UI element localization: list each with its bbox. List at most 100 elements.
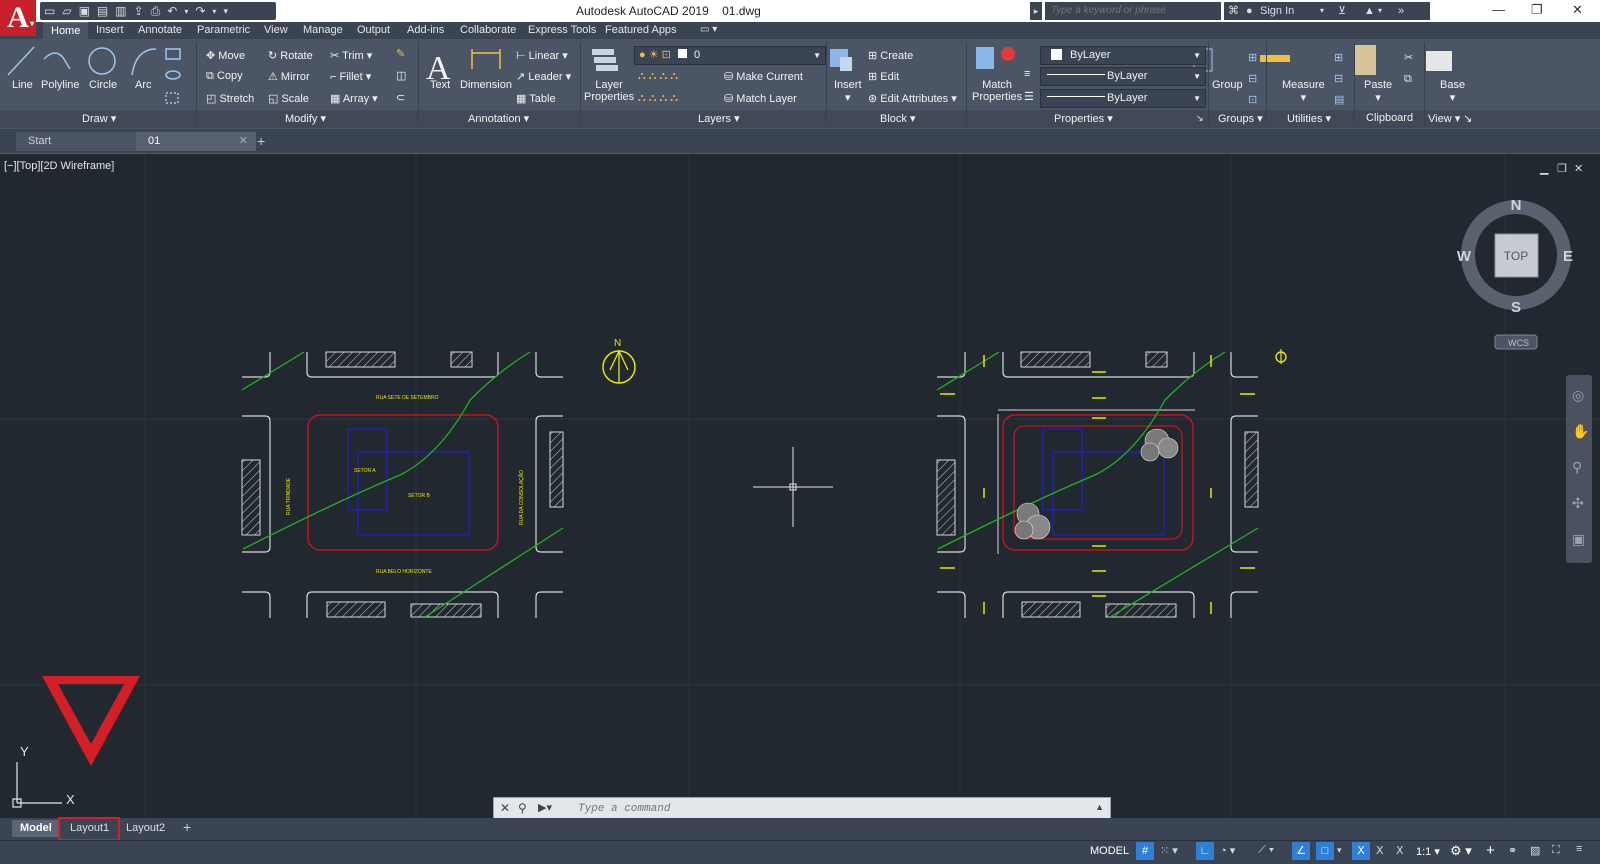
restore-icon[interactable]: ❐ (1531, 2, 1543, 18)
trim-button[interactable]: ✂ Trim ▾ (330, 49, 372, 62)
tab-express-tools[interactable]: Express Tools (528, 24, 596, 36)
close-icon[interactable]: ✕ (1572, 2, 1583, 18)
application-menu-button[interactable]: A ▾ (0, 0, 36, 36)
tab-insert[interactable]: Insert (96, 24, 124, 36)
scale-button[interactable]: ◱ Scale (268, 92, 309, 105)
save-as-icon[interactable]: ▤ (97, 4, 108, 18)
group-tools-icons[interactable]: ⊞ ⊟ ⊡ (1248, 48, 1257, 111)
grid-toggle-icon[interactable]: # (1136, 842, 1154, 860)
add-icon[interactable]: + (1486, 842, 1495, 859)
command-history-icon[interactable]: ▲ (1095, 802, 1104, 812)
object-snap-dropdown-icon[interactable]: ▾ (1337, 845, 1342, 856)
exchange-icon[interactable]: ▲ (1364, 2, 1375, 20)
model-space-button[interactable]: MODEL (1090, 845, 1129, 857)
polar-toggle-icon[interactable]: ◔ ▾ (1220, 844, 1235, 857)
autoscale-icon[interactable]: Ⅹ (1376, 844, 1384, 857)
copy-button[interactable]: ⧉ Copy (206, 70, 243, 83)
block-panel-label[interactable]: Block ▾ (880, 112, 915, 125)
minimize-icon[interactable]: — (1492, 2, 1505, 17)
clipboard-tools-icons[interactable]: ✂ ⧉ (1404, 48, 1413, 90)
command-prompt-icon[interactable]: ▶▾ (538, 801, 552, 814)
annotation-scale-value[interactable]: 1:1 ▾ (1416, 845, 1440, 858)
properties-panel-label[interactable]: Properties ▾ (1054, 112, 1113, 125)
leader-button[interactable]: ↗ Leader ▾ (516, 70, 571, 83)
snap-toggle-icon[interactable]: ⁙ ▾ (1160, 844, 1178, 857)
open-icon[interactable]: ▱ (62, 4, 71, 18)
dimension-button[interactable]: Dimension (460, 79, 512, 91)
insert-button[interactable]: Insert ▾ (834, 79, 862, 104)
match-layer-button[interactable]: ⛁ Match Layer (724, 92, 797, 105)
search-input[interactable] (1045, 2, 1219, 18)
tab-view[interactable]: View (264, 24, 288, 36)
hardware-acceleration-icon[interactable]: ▨ (1530, 844, 1540, 857)
layer-properties-button[interactable]: Layer Properties (584, 79, 634, 103)
command-input[interactable] (576, 800, 1080, 818)
layer-tools-row1[interactable]: ⛬ ⛬ ⛬ ⛬ (638, 70, 678, 83)
command-close-icon[interactable]: ✕ (500, 801, 510, 815)
pan-icon[interactable]: ✋ (1572, 423, 1589, 440)
line-button[interactable]: Line (12, 79, 33, 91)
offset-icon[interactable]: ⊂ (396, 91, 405, 104)
redo-dropdown-icon[interactable]: ▾ (212, 7, 216, 16)
explode-icon[interactable]: ◫ (396, 69, 406, 82)
save-icon[interactable]: ▣ (79, 4, 90, 18)
tab-drawing-01[interactable]: 01 ✕ (136, 132, 256, 151)
mirror-button[interactable]: ⚠ Mirror (268, 70, 310, 83)
zoom-icon[interactable]: ⚲ (1572, 459, 1582, 476)
drawing-canvas[interactable]: RUA SETE DE SETEMBRO RUA BELO HORIZONTE … (0, 154, 1600, 820)
exchange-dropdown-icon[interactable]: ▾ (1378, 2, 1382, 20)
fillet-button[interactable]: ⌐ Fillet ▾ (330, 70, 371, 83)
user-icon[interactable]: ● (1246, 2, 1253, 20)
tab-parametric[interactable]: Parametric (197, 24, 250, 36)
cart-icon[interactable]: ⊻ (1338, 2, 1346, 20)
viewport-controls-label[interactable]: [−][Top][2D Wireframe] (4, 160, 114, 172)
draw-panel-label[interactable]: Draw ▾ (82, 112, 116, 125)
tab-annotate[interactable]: Annotate (138, 24, 182, 36)
isolate-icon[interactable]: ⚭ (1508, 844, 1517, 857)
stretch-button[interactable]: ◰ Stretch (206, 92, 254, 105)
sign-in-dropdown-icon[interactable]: ▾ (1320, 2, 1324, 20)
edit-attributes-button[interactable]: ⊛ Edit Attributes ▾ (868, 92, 957, 105)
redo-icon[interactable]: ↷ (195, 4, 205, 18)
tab-add-ins[interactable]: Add-ins (407, 24, 444, 36)
binoculars-icon[interactable]: ⌘ (1228, 2, 1239, 20)
customize-qat-icon[interactable]: ▾ (223, 6, 228, 17)
customization-icon[interactable]: ≡ (1576, 843, 1582, 855)
clipboard-panel-label[interactable]: Clipboard (1366, 112, 1413, 124)
groups-panel-label[interactable]: Groups ▾ (1218, 112, 1263, 125)
viewport-minimize-icon[interactable]: ▁ (1540, 162, 1548, 175)
table-button[interactable]: ▦ Table (516, 92, 556, 105)
match-properties-button[interactable]: Match Properties (972, 79, 1022, 103)
undo-dropdown-icon[interactable]: ▾ (184, 7, 188, 16)
tab-collaborate[interactable]: Collaborate (460, 24, 516, 36)
tab-model[interactable]: Model (12, 820, 60, 837)
new-icon[interactable]: ▭ (44, 4, 55, 18)
utilities-tools-icons[interactable]: ⊞ ⊟ ▤ (1334, 48, 1344, 111)
utilities-panel-label[interactable]: Utilities ▾ (1287, 112, 1331, 125)
lineweight-dropdown[interactable]: ByLayer ▼ (1040, 89, 1206, 108)
polyline-button[interactable]: Polyline (41, 79, 80, 91)
upload-icon[interactable]: ⇪ (134, 4, 144, 18)
properties-launcher-icon[interactable]: ↘ (1196, 113, 1204, 124)
object-snap-tracking-icon[interactable]: ∠ (1292, 842, 1310, 860)
tab-manage[interactable]: Manage (303, 24, 343, 36)
command-customize-icon[interactable]: ⚲ (518, 801, 527, 815)
view-panel-label[interactable]: View ▾ ↘ (1428, 112, 1473, 125)
circle-button[interactable]: Circle (89, 79, 117, 91)
modify-panel-label[interactable]: Modify ▾ (285, 112, 326, 125)
layer-tools-row2[interactable]: ⛬ ⛬ ⛬ ⛬ (638, 92, 678, 105)
annotation-visibility-icon[interactable]: Ⅹ (1352, 842, 1370, 860)
object-snap-icon[interactable]: □ (1316, 842, 1334, 860)
more-icon[interactable]: » (1398, 2, 1404, 20)
close-tab-icon[interactable]: ✕ (239, 132, 248, 151)
clean-screen-icon[interactable]: ⛶ (1552, 844, 1560, 857)
create-block-button[interactable]: ⊞ Create (868, 49, 913, 62)
tab-output[interactable]: Output (357, 24, 390, 36)
sign-in-button[interactable]: Sign In (1260, 2, 1294, 20)
orbit-icon[interactable]: ✣ (1572, 495, 1584, 512)
tab-home[interactable]: Home (43, 22, 89, 40)
ortho-toggle-icon[interactable]: ∟ (1196, 842, 1214, 860)
group-button[interactable]: Group (1212, 79, 1243, 91)
new-layout-icon[interactable]: + (183, 819, 191, 835)
showmotion-icon[interactable]: ▣ (1572, 531, 1585, 548)
